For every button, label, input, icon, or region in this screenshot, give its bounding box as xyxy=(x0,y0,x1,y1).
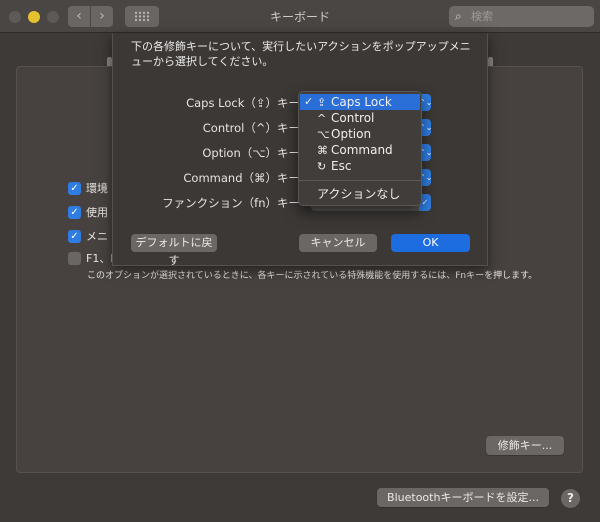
command-icon: ⌘ xyxy=(317,144,328,157)
setup-bluetooth-keyboard-button[interactable]: Bluetoothキーボードを設定... xyxy=(377,488,549,507)
checkbox-row[interactable]: ✓ 使用 xyxy=(68,204,108,220)
fn-keys-checkbox-row[interactable]: F1、F xyxy=(68,250,117,266)
checkbox[interactable] xyxy=(68,251,81,265)
fn-key-hint: このオプションが選択されているときに、各キーに示されている特殊機能を使用するには… xyxy=(87,271,538,281)
checkbox-label: 環境 xyxy=(86,182,108,195)
menu-item-esc[interactable]: ↻ Esc xyxy=(299,158,421,174)
checkbox[interactable]: ✓ xyxy=(68,181,81,195)
caps-lock-action-menu: ✓ ⇪ Caps Lock ^ Control ⌥Option ⌘ Command ↻… xyxy=(298,91,422,206)
checkbox[interactable]: ✓ xyxy=(68,229,81,243)
menu-item-control[interactable]: ^ Control xyxy=(299,110,421,126)
command-key-label: Command（⌘）キー xyxy=(183,171,300,185)
control-key-label: Control（^）キー xyxy=(202,121,300,135)
checkbox[interactable]: ✓ xyxy=(68,205,81,219)
checkbox-row[interactable]: ✓ メニ xyxy=(68,228,108,244)
menu-item-option[interactable]: ⌥Option xyxy=(299,126,421,142)
escape-icon: ↻ xyxy=(317,160,327,173)
menu-separator xyxy=(299,180,421,181)
option-icon: ⌥ xyxy=(317,128,330,141)
menu-item-caps-lock[interactable]: ✓ ⇪ Caps Lock xyxy=(300,94,420,110)
caps-lock-icon: ⇪ xyxy=(317,96,327,109)
menu-item-label: アクションなし xyxy=(317,187,401,201)
checkbox-row[interactable]: ✓ 環境 xyxy=(68,180,108,196)
menu-item-command[interactable]: ⌘ Command xyxy=(299,142,421,158)
menu-item-label: Caps Lock xyxy=(331,95,392,109)
search-input[interactable] xyxy=(471,8,589,25)
checkbox-label: 使用 xyxy=(86,206,108,219)
modifier-keys-button[interactable]: 修飾キー... xyxy=(486,436,564,455)
function-key-label: ファンクション（fn）キー xyxy=(162,196,300,210)
menu-item-label: Option xyxy=(331,127,372,141)
checkmark-icon: ✓ xyxy=(304,95,314,108)
checkbox-label: メニ xyxy=(86,230,108,243)
menu-item-label: Esc xyxy=(331,159,352,173)
cancel-button[interactable]: キャンセル xyxy=(299,234,377,252)
control-icon: ^ xyxy=(317,112,327,125)
help-button[interactable]: ? xyxy=(561,489,580,508)
title-bar: ‹ › キーボード ⌕ xyxy=(0,0,600,33)
search-field[interactable]: ⌕ xyxy=(449,6,594,27)
search-icon: ⌕ xyxy=(455,9,462,23)
caps-lock-key-label: Caps Lock（⇪）キー xyxy=(186,96,300,110)
ok-button[interactable]: OK xyxy=(391,234,470,252)
restore-defaults-button[interactable]: デフォルトに戻す xyxy=(131,234,217,267)
menu-item-no-action[interactable]: アクションなし xyxy=(299,186,421,202)
menu-item-label: Control xyxy=(331,111,375,125)
menu-item-label: Command xyxy=(331,143,393,157)
sheet-message: 下の各修飾キーについて、実行したいアクションをポップアップメニューから選択してく… xyxy=(131,40,471,68)
option-key-label: Option（⌥）キー xyxy=(202,146,300,160)
